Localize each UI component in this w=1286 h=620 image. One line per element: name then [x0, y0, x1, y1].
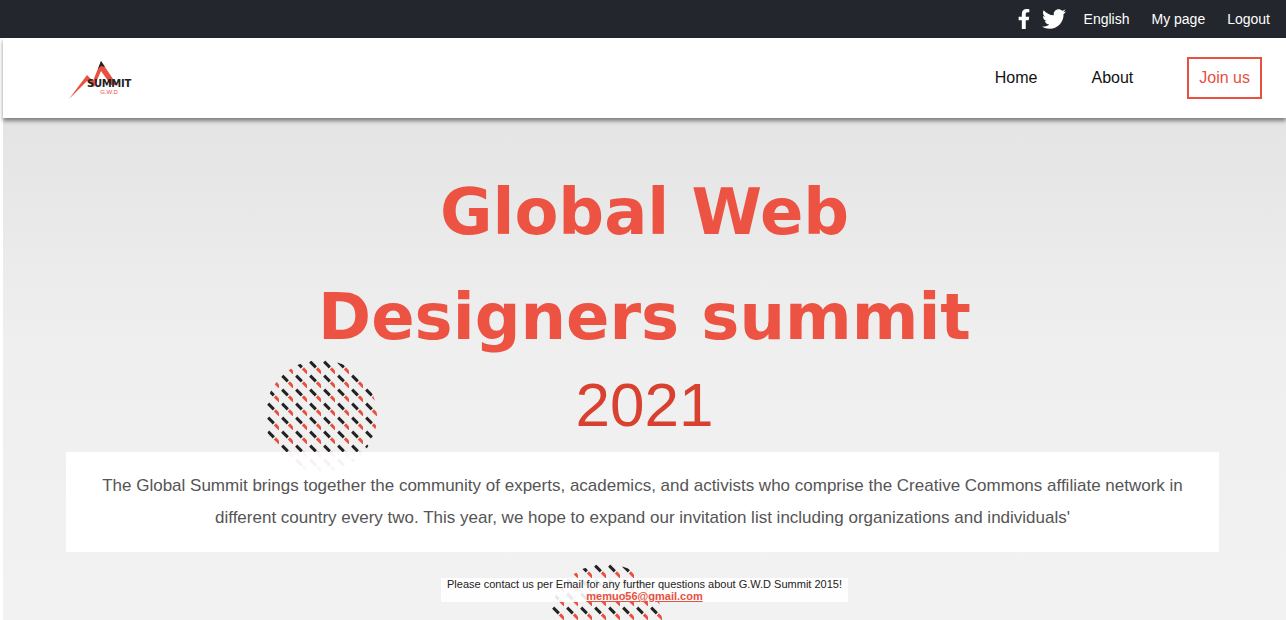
email-link[interactable]: memuo56@gmail.com [586, 590, 702, 602]
page: English My page Logout SUMMITG.W.D HomeAbout… [0, 0, 1286, 620]
facebook-icon[interactable] [1014, 9, 1034, 29]
hero: Global WebDesigners summit2021 The Global… [3, 118, 1286, 620]
logo-subtitle: G.W.D [100, 89, 118, 95]
contact-note: Please contact us per Email for any furt… [441, 578, 848, 602]
top-link[interactable]: English [1084, 11, 1130, 27]
hero-title: Global WebDesigners summit [318, 160, 971, 370]
header: SUMMITG.W.D HomeAbout Join us [3, 38, 1286, 118]
contact-text: Please contact us per Email for any furt… [447, 578, 842, 590]
hero-year: 2021 [576, 370, 714, 440]
logo-title: SUMMIT [87, 79, 131, 89]
intro-box: The Global Summit brings together the co… [66, 452, 1219, 552]
top-link[interactable]: Logout [1227, 11, 1270, 27]
main-nav: HomeAbout Join us [968, 57, 1262, 99]
nav-link[interactable]: Home [968, 69, 1065, 87]
logo[interactable]: SUMMITG.W.D [67, 55, 133, 101]
top-link[interactable]: My page [1151, 11, 1205, 27]
top-bar: English My page Logout [0, 0, 1286, 38]
twitter-icon[interactable] [1042, 7, 1066, 31]
nav-link[interactable]: About [1064, 69, 1160, 87]
join-button[interactable]: Join us [1187, 57, 1262, 99]
social-links [1014, 7, 1066, 31]
